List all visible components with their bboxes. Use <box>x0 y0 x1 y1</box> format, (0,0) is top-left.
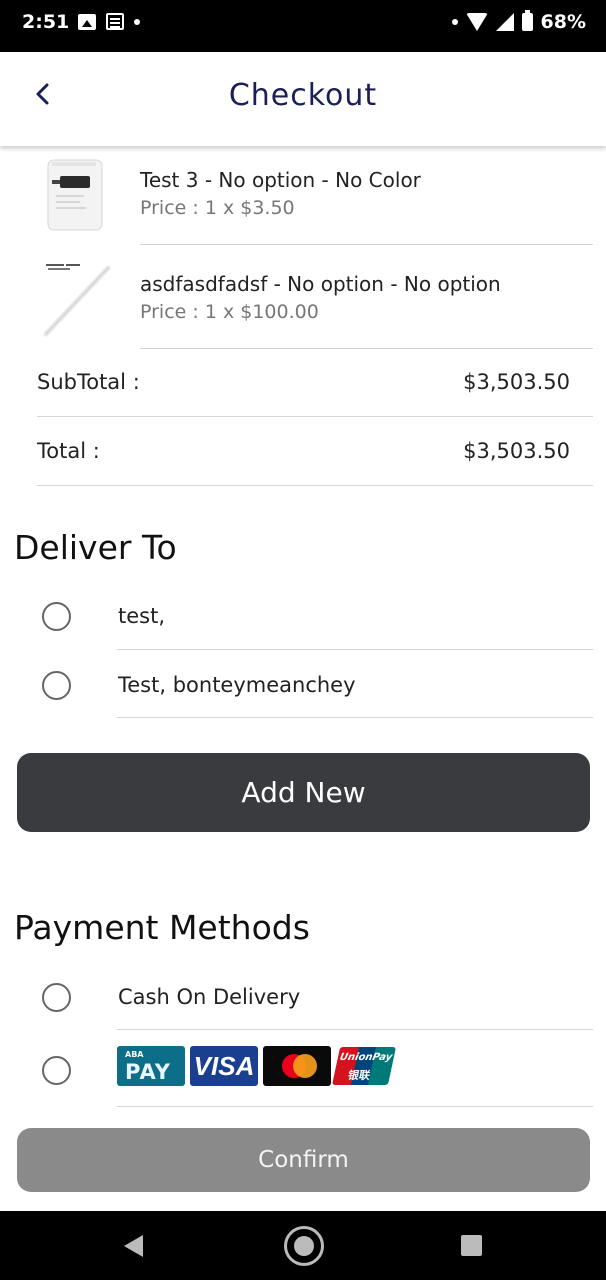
unionpay-logo: UnionPay 银联 <box>331 1047 397 1085</box>
page-title: Checkout <box>228 78 378 113</box>
subtotal-row: SubTotal : $3,503.50 <box>37 348 570 417</box>
confirm-button[interactable]: Confirm <box>17 1128 590 1192</box>
item-title: Test 3 - No option - No Color <box>140 168 421 192</box>
recent-apps-square-icon[interactable] <box>461 1235 482 1256</box>
cart-item: Test 3 - No option - No Color Price : 1 … <box>0 146 606 250</box>
address-label: Test, bonteymeanchey <box>118 673 356 697</box>
payment-option-cod[interactable]: Cash On Delivery <box>0 963 606 1032</box>
item-title: asdfasdfadsf - No option - No option <box>140 272 501 296</box>
navigation-bar <box>0 1211 606 1280</box>
status-time: 2:51 <box>22 11 70 33</box>
divider <box>117 717 593 718</box>
mastercard-logo <box>263 1046 331 1086</box>
address-option[interactable]: test, <box>0 582 606 651</box>
item-price: Price : 1 x $100.00 <box>140 301 319 323</box>
add-new-address-button[interactable]: Add New <box>17 753 590 832</box>
news-icon <box>106 13 124 30</box>
address-option[interactable]: Test, bonteymeanchey <box>0 650 606 719</box>
app-header: Checkout <box>0 52 606 146</box>
divider <box>37 485 593 486</box>
battery-percent: 68% <box>540 11 586 33</box>
deliver-to-title: Deliver To <box>14 528 177 567</box>
divider <box>117 1106 593 1107</box>
dot-icon <box>451 19 458 25</box>
status-bar: 2:51 68% <box>0 0 606 52</box>
address-label: test, <box>118 604 166 628</box>
dot-icon <box>134 18 140 25</box>
product-image <box>40 258 112 338</box>
battery-icon <box>521 10 533 31</box>
subtotal-label: SubTotal : <box>37 370 140 394</box>
divider <box>140 244 593 245</box>
radio-button[interactable] <box>42 602 71 631</box>
subtotal-value: $3,503.50 <box>463 370 570 394</box>
back-triangle-icon[interactable] <box>124 1235 143 1257</box>
aba-pay-logo: ABA PAY <box>117 1046 185 1086</box>
radio-button[interactable] <box>42 983 71 1012</box>
signal-icon <box>495 13 514 31</box>
total-value: $3,503.50 <box>463 439 570 463</box>
total-label: Total : <box>37 439 100 463</box>
payment-methods-title: Payment Methods <box>14 908 310 947</box>
product-image <box>40 154 112 234</box>
visa-logo: VISA <box>190 1046 258 1086</box>
payment-option-card[interactable]: ABA PAY VISA UnionPay 银联 <box>0 1030 606 1108</box>
radio-button[interactable] <box>42 1056 71 1085</box>
cart-item: asdfasdfadsf - No option - No option Pri… <box>0 250 606 354</box>
radio-button[interactable] <box>42 671 71 700</box>
home-circle-icon[interactable] <box>284 1226 324 1266</box>
image-icon <box>78 13 96 30</box>
total-row: Total : $3,503.50 <box>37 417 570 486</box>
card-logos: ABA PAY VISA UnionPay 银联 <box>117 1046 397 1086</box>
item-price: Price : 1 x $3.50 <box>140 197 295 219</box>
payment-label: Cash On Delivery <box>118 985 301 1009</box>
wifi-icon <box>465 13 488 31</box>
